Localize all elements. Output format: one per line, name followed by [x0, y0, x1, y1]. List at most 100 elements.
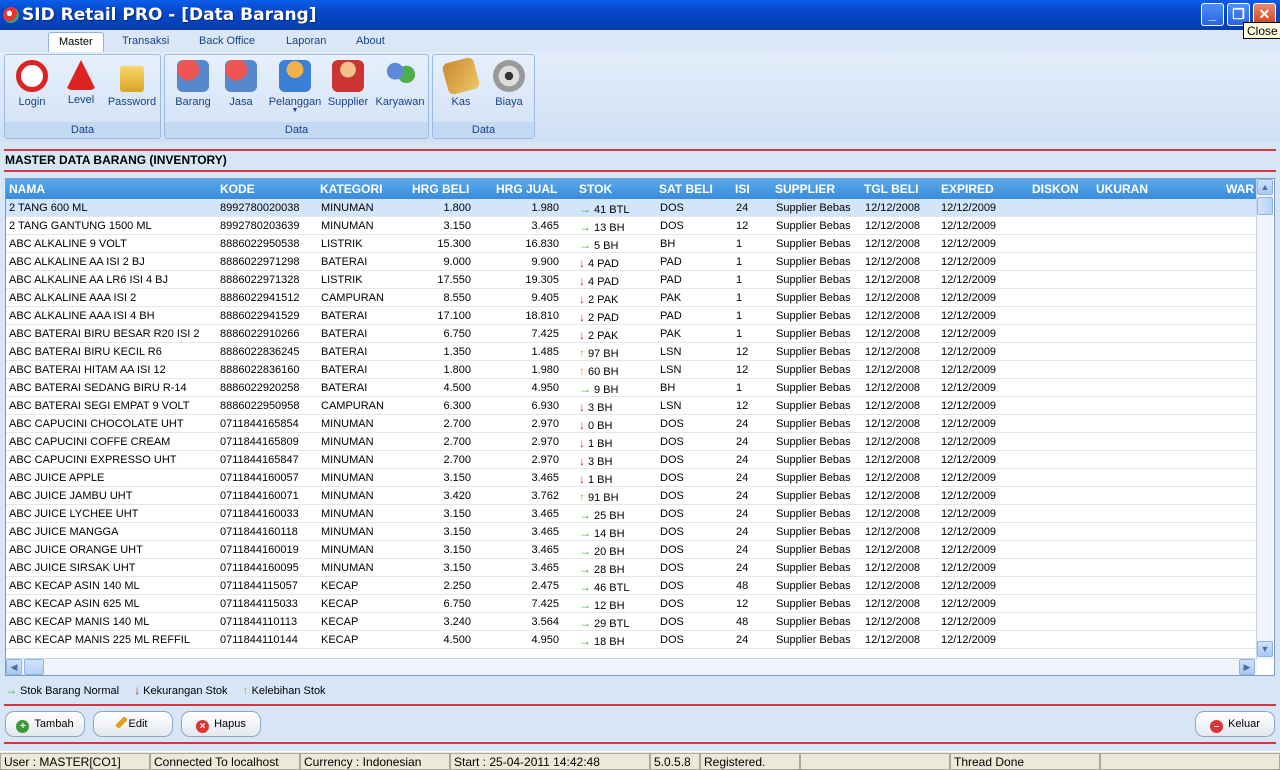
table-cell: Supplier Bebas	[776, 508, 851, 520]
biaya-button[interactable]: Biaya	[489, 58, 529, 108]
table-cell: PAD	[660, 274, 682, 286]
table-row[interactable]: ABC KECAP MANIS 225 ML REFFIL 07118441101…	[6, 631, 1257, 649]
table-row[interactable]: ABC JUICE APPLE 0711844160057 MINUMAN 3.150…	[6, 469, 1257, 487]
table-cell: ABC KECAP ASIN 625 ML	[9, 598, 140, 610]
table-cell: 12/12/2009	[941, 580, 997, 592]
tab-back-office[interactable]: Back Office	[189, 32, 265, 52]
table-cell: 24	[736, 418, 749, 430]
table-cell: Supplier Bebas	[776, 418, 851, 430]
scroll-up-icon[interactable]: ▲	[1257, 179, 1273, 195]
jasa-button[interactable]: Jasa	[219, 58, 263, 108]
table-row[interactable]: ABC ALKALINE AA LR6 ISI 4 BJ 888602297132…	[6, 271, 1257, 289]
table-row[interactable]: ABC BATERAI BIRU BESAR R20 ISI 2 88860229…	[6, 325, 1257, 343]
table-cell: MINUMAN	[321, 526, 374, 538]
login-button[interactable]: Login	[13, 58, 51, 108]
barang-button[interactable]: Barang	[171, 58, 215, 108]
table-row[interactable]: ABC JUICE MANGGA 0711844160118 MINUMAN 3.15…	[6, 523, 1257, 541]
arrow-down-icon: ↓	[579, 310, 585, 324]
password-button[interactable]: Password	[106, 58, 158, 108]
table-row[interactable]: ABC CAPUCINI CHOCOLATE UHT 0711844165854 M…	[6, 415, 1257, 433]
table-row[interactable]: ABC BATERAI HITAM AA ISI 12 8886022836160…	[6, 361, 1257, 379]
tab-master[interactable]: Master	[48, 32, 104, 52]
pelanggan-button[interactable]: Pelanggan ▼	[267, 58, 323, 114]
kas-button[interactable]: Kas	[441, 56, 481, 108]
table-row[interactable]: ABC CAPUCINI EXPRESSO UHT 0711844165847 MI…	[6, 451, 1257, 469]
column-header[interactable]: KODE	[220, 182, 255, 196]
table-cell: LISTRIK	[321, 274, 363, 286]
level-button[interactable]: Level	[61, 58, 101, 106]
table-cell: 3.564	[531, 616, 559, 628]
supplier-button[interactable]: Supplier	[327, 58, 369, 108]
tab-transaksi[interactable]: Transaksi	[112, 32, 179, 52]
column-header[interactable]: STOK	[579, 182, 612, 196]
table-row[interactable]: ABC ALKALINE AAA ISI 2 8886022941512 CAMPU…	[6, 289, 1257, 307]
column-header[interactable]: WAR	[1226, 182, 1254, 196]
table-cell: Supplier Bebas	[776, 562, 851, 574]
table-cell: Supplier Bebas	[776, 328, 851, 340]
table-row[interactable]: ABC KECAP MANIS 140 ML 0711844110113 KECAP…	[6, 613, 1257, 631]
table-cell: MINUMAN	[321, 202, 374, 214]
scroll-left-icon[interactable]: ◀	[6, 659, 22, 675]
table-row[interactable]: ABC KECAP ASIN 140 ML 0711844115057 KECAP 2…	[6, 577, 1257, 595]
hapus-button[interactable]: × Hapus	[181, 711, 261, 737]
scroll-thumb[interactable]	[1257, 197, 1273, 215]
table-cell: DOS	[660, 220, 684, 232]
column-header[interactable]: KATEGORI	[320, 182, 382, 196]
table-row[interactable]: ABC JUICE LYCHEE UHT 0711844160033 MINUMAN…	[6, 505, 1257, 523]
table-row[interactable]: ABC KECAP ASIN 625 ML 0711844115033 KECAP 6…	[6, 595, 1257, 613]
keluar-button[interactable]: – Keluar	[1195, 711, 1275, 737]
horizontal-scrollbar[interactable]: ◀ ▶	[6, 658, 1257, 675]
table-cell: ABC JUICE MANGGA	[9, 526, 119, 538]
table-row[interactable]: ABC ALKALINE 9 VOLT 8886022950538 LISTRIK 1…	[6, 235, 1257, 253]
app-icon[interactable]	[3, 7, 19, 23]
column-header[interactable]: NAMA	[9, 182, 45, 196]
scroll-thumb[interactable]	[24, 659, 44, 675]
table-row[interactable]: ABC CAPUCINI COFFE CREAM 0711844165809 MIN…	[6, 433, 1257, 451]
cell-stok: → 13 BH	[579, 220, 625, 234]
arrow-right-icon: →	[579, 598, 591, 612]
table-row[interactable]: 2 TANG GANTUNG 1500 ML 8992780203639 MINUM…	[6, 217, 1257, 235]
tambah-button[interactable]: + Tambah	[5, 711, 85, 737]
edit-button[interactable]: Edit	[93, 711, 173, 737]
column-header[interactable]: UKURAN	[1096, 182, 1148, 196]
table-cell: ABC CAPUCINI COFFE CREAM	[9, 436, 171, 448]
table-row[interactable]: ABC ALKALINE AAA ISI 4 BH 8886022941529 BA…	[6, 307, 1257, 325]
karyawan-button[interactable]: Karyawan	[374, 58, 426, 108]
table-row[interactable]: ABC BATERAI SEGI EMPAT 9 VOLT 88860229509…	[6, 397, 1257, 415]
table-row[interactable]: ABC JUICE SIRSAK UHT 0711844160095 MINUMAN…	[6, 559, 1257, 577]
tab-about[interactable]: About	[346, 32, 395, 52]
table-row[interactable]: ABC BATERAI BIRU KECIL R6 8886022836245 BA…	[6, 343, 1257, 361]
table-row[interactable]: ABC BATERAI SEDANG BIRU R-14 888602292025…	[6, 379, 1257, 397]
data-grid[interactable]: NAMA KODE KATEGORI HRG BELI HRG JUAL STO…	[5, 178, 1275, 676]
column-header[interactable]: HRG BELI	[412, 182, 469, 196]
table-cell: 8886022941512	[220, 292, 300, 304]
column-header[interactable]: EXPIRED	[941, 182, 994, 196]
tab-laporan[interactable]: Laporan	[276, 32, 336, 52]
vertical-scrollbar[interactable]: ▲ ▼	[1256, 179, 1273, 659]
table-cell: KECAP	[321, 598, 359, 610]
table-cell: KECAP	[321, 634, 359, 646]
column-header[interactable]: HRG JUAL	[496, 182, 557, 196]
title-bar: SID Retail PRO - [Data Barang] _ ❐ ✕	[0, 0, 1280, 30]
table-row[interactable]: 2 TANG 600 ML 8992780020038 MINUMAN 1.800 1.…	[6, 199, 1257, 217]
table-row[interactable]: ABC JUICE JAMBU UHT 0711844160071 MINUMAN 3…	[6, 487, 1257, 505]
cell-stok: ↑ 60 BH	[579, 364, 619, 378]
table-cell: 12/12/2008	[865, 508, 921, 520]
cell-stok: → 12 BH	[579, 598, 625, 612]
table-cell: ABC JUICE LYCHEE UHT	[9, 508, 139, 520]
table-cell: ABC ALKALINE AAA ISI 2	[9, 292, 137, 304]
column-header[interactable]: SAT BELI	[659, 182, 713, 196]
column-header[interactable]: DISKON	[1032, 182, 1079, 196]
scroll-down-icon[interactable]: ▼	[1257, 641, 1273, 657]
table-row[interactable]: ABC JUICE ORANGE UHT 0711844160019 MINUMAN…	[6, 541, 1257, 559]
column-header[interactable]: TGL BELI	[864, 182, 918, 196]
column-header[interactable]: SUPPLIER	[775, 182, 835, 196]
table-row[interactable]: ABC ALKALINE AA ISI 2 BJ 8886022971298 BAT…	[6, 253, 1257, 271]
minimize-button[interactable]: _	[1201, 3, 1224, 26]
table-cell: Supplier Bebas	[776, 202, 851, 214]
table-cell: ABC ALKALINE 9 VOLT	[9, 238, 127, 250]
table-cell: ABC BATERAI BIRU KECIL R6	[9, 346, 162, 358]
column-header[interactable]: ISI	[735, 182, 750, 196]
scroll-right-icon[interactable]: ▶	[1239, 659, 1255, 675]
table-cell: 12/12/2008	[865, 436, 921, 448]
